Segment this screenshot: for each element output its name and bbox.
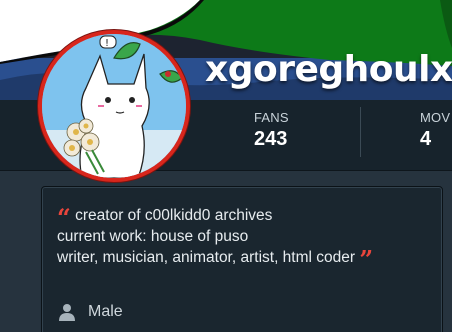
stat-divider	[360, 107, 361, 157]
person-icon	[59, 304, 75, 321]
avatar[interactable]: !	[38, 30, 190, 182]
stat-fans-label: FANS	[254, 110, 289, 125]
avatar-image: !	[42, 34, 186, 178]
svg-text:!: !	[105, 38, 109, 49]
stat-movies-value: 4	[420, 128, 432, 150]
gender-value: Male	[88, 303, 123, 320]
gender-row: Male	[58, 303, 123, 321]
stat-fans[interactable]: FANS 243	[254, 110, 289, 151]
bio-line-1: creator of c00lkidd0 archives	[75, 207, 273, 224]
username: xgoreghoulx	[205, 49, 452, 90]
close-quote: ”	[359, 245, 374, 274]
stat-movies-label: MOV	[420, 110, 451, 125]
profile-page: FANS 243 MOV 4 “ creator of c00lkidd0 ar…	[0, 0, 452, 332]
bio-line-2: current work: house of puso	[57, 228, 249, 245]
stat-fans-value: 243	[254, 128, 288, 150]
bio-text: “ creator of c00lkidd0 archives current …	[57, 203, 437, 272]
bio-line-3: writer, musician, animator, artist, html…	[57, 249, 356, 266]
stat-movies[interactable]: MOV 4	[420, 110, 450, 151]
open-quote: “	[57, 203, 71, 232]
